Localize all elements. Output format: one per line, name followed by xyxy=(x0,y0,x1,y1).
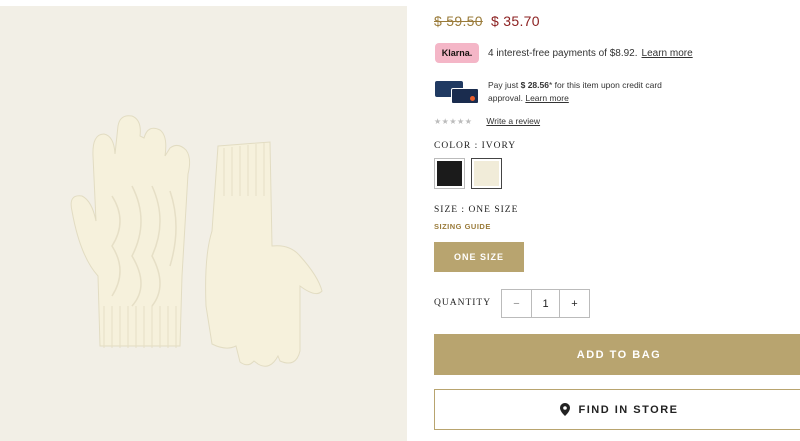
swatch-black[interactable] xyxy=(434,158,465,189)
quantity-stepper: − 1 + xyxy=(501,289,590,318)
color-swatches xyxy=(434,158,508,189)
klarna-promo: Klarna. 4 interest-free payments of $8.9… xyxy=(435,43,693,63)
credit-card-promo-text: Pay just $ 28.56* for this item upon cre… xyxy=(488,80,662,103)
color-label: COLOR : IVORY xyxy=(434,141,517,151)
write-review-link[interactable]: Write a review xyxy=(486,116,540,126)
find-in-store-label: FIND IN STORE xyxy=(578,403,679,416)
promo-amount: $ 28.56 xyxy=(520,80,549,90)
quantity-label: QUANTITY xyxy=(434,298,492,308)
sale-price: $ 35.70 xyxy=(491,13,540,29)
klarna-logo: Klarna. xyxy=(435,43,479,63)
find-in-store-button[interactable]: FIND IN STORE xyxy=(434,389,800,430)
rating-stars-icon: ★★★★★ xyxy=(434,116,473,126)
price-row: $ 59.50 $ 35.70 xyxy=(434,13,540,29)
product-image xyxy=(0,6,407,441)
location-pin-icon xyxy=(559,403,570,416)
quantity-decrease-button[interactable]: − xyxy=(502,290,531,317)
credit-card-icon xyxy=(435,79,479,105)
quantity-input[interactable]: 1 xyxy=(531,290,560,317)
credit-card-promo: Pay just $ 28.56* for this item upon cre… xyxy=(435,79,662,105)
quantity-increase-button[interactable]: + xyxy=(560,290,589,317)
product-details: $ 59.50 $ 35.70 Klarna. 4 interest-free … xyxy=(407,0,800,441)
original-price: $ 59.50 xyxy=(434,13,483,29)
gloves-illustration xyxy=(70,115,323,367)
card-learn-more-link[interactable]: Learn more xyxy=(525,93,568,103)
sizing-guide-link[interactable]: SIZING GUIDE xyxy=(434,222,491,231)
swatch-ivory[interactable] xyxy=(471,158,502,189)
klarna-learn-more-link[interactable]: Learn more xyxy=(642,48,693,59)
add-to-bag-button[interactable]: ADD TO BAG xyxy=(434,334,800,375)
reviews-row: ★★★★★ Write a review xyxy=(434,116,540,126)
klarna-text: 4 interest-free payments of $8.92. xyxy=(488,47,638,59)
size-option-button[interactable]: ONE SIZE xyxy=(434,242,524,272)
size-label: SIZE : ONE SIZE xyxy=(434,205,519,215)
